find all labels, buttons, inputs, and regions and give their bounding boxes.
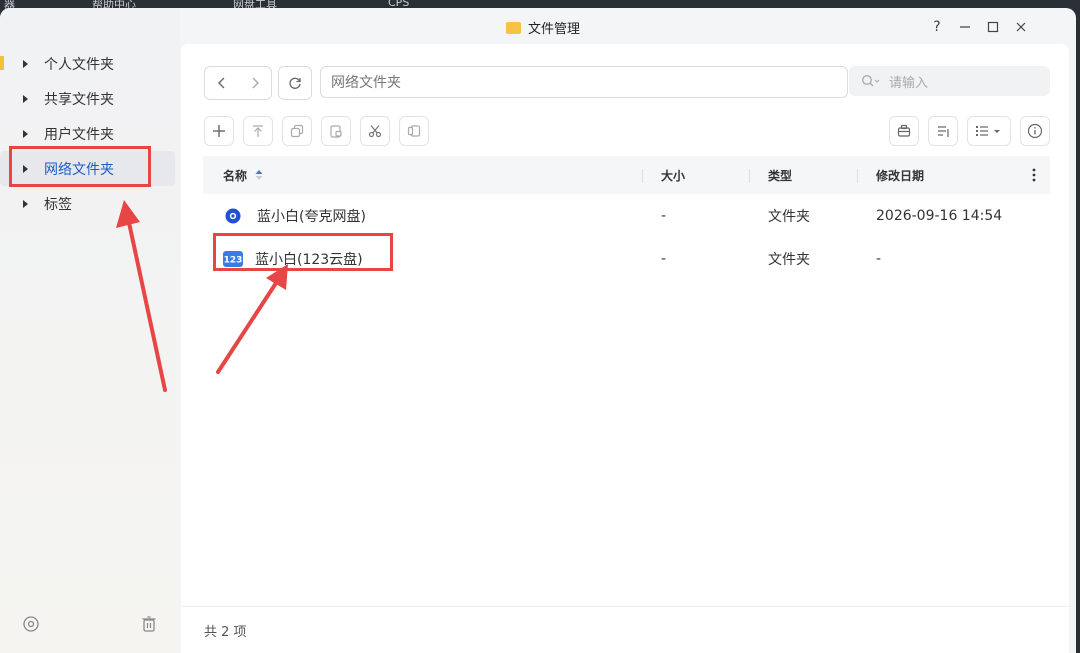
info-button[interactable] [1020, 116, 1050, 146]
file-name-cell: 蓝小白(夸克网盘) [225, 194, 366, 237]
copy-button[interactable] [282, 116, 312, 146]
title-bar: 文件管理 ? [180, 8, 1076, 44]
file-size: - [661, 207, 667, 224]
move-button[interactable] [399, 116, 429, 146]
sidebar-item-label: 个人文件夹 [44, 56, 114, 73]
caret-right-icon[interactable] [23, 94, 28, 103]
add-button[interactable] [204, 116, 234, 146]
forward-button[interactable] [238, 67, 271, 99]
table-header: 名称 大小 类型 修改日期 [203, 156, 1050, 194]
file-type: 文件夹 [768, 208, 810, 225]
window-title: 文件管理 [506, 18, 580, 37]
file-modified: - [876, 250, 882, 267]
search-input[interactable]: 请输入 [849, 66, 1050, 96]
sidebar-item-user-folder[interactable]: 用户文件夹 [0, 116, 180, 151]
caret-right-icon[interactable] [23, 59, 28, 68]
history-nav [204, 66, 272, 100]
file-name[interactable]: 蓝小白(夸克网盘) [257, 206, 366, 226]
table-row[interactable]: 蓝小白(夸克网盘) - 文件夹 2026-09-16 14:54 [203, 194, 1050, 237]
sidebar-footer [22, 615, 158, 637]
file-size: - [661, 250, 667, 267]
main-panel: 网络文件夹 请输入 名称 大小 类型 修改日期 蓝小白(夸克网盘) - 文件夹 … [181, 44, 1069, 653]
view-mode-button[interactable] [967, 116, 1011, 146]
column-divider [749, 169, 750, 183]
cut-button[interactable] [360, 116, 390, 146]
column-options-icon[interactable] [1032, 156, 1036, 194]
file-manager-window: 个人文件夹 共享文件夹 用户文件夹 网络文件夹 标签 文件管理 ? 网络文件夹 … [0, 8, 1076, 653]
sidebar-item-personal-folder[interactable]: 个人文件夹 [0, 46, 180, 81]
column-header-type[interactable]: 类型 [768, 156, 792, 194]
folder-app-icon [506, 21, 521, 34]
caret-right-icon[interactable] [23, 129, 28, 138]
close-button[interactable] [1007, 16, 1035, 38]
window-controls: ? [923, 16, 1035, 38]
file-type: 文件夹 [768, 251, 810, 268]
sidebar-item-label: 用户文件夹 [44, 126, 114, 143]
maximize-button[interactable] [979, 16, 1007, 38]
sidebar-item-label: 标签 [44, 196, 72, 213]
sidebar: 个人文件夹 共享文件夹 用户文件夹 网络文件夹 标签 [0, 8, 180, 653]
table-row[interactable]: 123 蓝小白(123云盘) - 文件夹 - [203, 237, 1050, 280]
window-title-text: 文件管理 [528, 22, 581, 37]
sidebar-item-shared-folder[interactable]: 共享文件夹 [0, 81, 180, 116]
compress-button[interactable] [889, 116, 919, 146]
sidebar-item-tags[interactable]: 标签 [0, 186, 180, 221]
file-list: 蓝小白(夸克网盘) - 文件夹 2026-09-16 14:54 123 蓝小白… [203, 194, 1050, 280]
folder-tree: 个人文件夹 共享文件夹 用户文件夹 网络文件夹 标签 [0, 46, 180, 221]
trash-icon[interactable] [140, 615, 158, 637]
svg-text:123: 123 [224, 255, 242, 264]
file-name-cell: 123 蓝小白(123云盘) [223, 237, 363, 280]
navigation-toolbar: 网络文件夹 请输入 [204, 66, 1050, 100]
search-placeholder: 请输入 [889, 75, 929, 91]
back-button[interactable] [205, 67, 238, 99]
paste-button[interactable] [321, 116, 351, 146]
search-icon [862, 75, 880, 87]
status-bar: 共 2 项 [181, 606, 1069, 653]
sort-button[interactable] [928, 116, 958, 146]
sort-arrows-icon[interactable] [255, 169, 263, 181]
help-button[interactable]: ? [923, 16, 951, 38]
minimize-button[interactable] [951, 16, 979, 38]
column-header-modified[interactable]: 修改日期 [876, 156, 924, 194]
sidebar-item-label: 网络文件夹 [44, 161, 114, 178]
sidebar-item-network-folder[interactable]: 网络文件夹 [0, 151, 175, 186]
path-input[interactable]: 网络文件夹 [320, 66, 848, 98]
quark-drive-icon [225, 208, 241, 224]
column-header-name[interactable]: 名称 [223, 156, 263, 194]
column-divider [857, 169, 858, 183]
list-view-icon [976, 126, 1000, 136]
column-header-size[interactable]: 大小 [661, 156, 685, 194]
file-name[interactable]: 蓝小白(123云盘) [255, 249, 363, 269]
upload-button[interactable] [243, 116, 273, 146]
sidebar-item-label: 共享文件夹 [44, 91, 114, 108]
refresh-button[interactable] [278, 66, 312, 100]
123-cloud-icon: 123 [223, 250, 243, 267]
settings-icon[interactable] [22, 615, 40, 637]
column-divider [642, 169, 643, 183]
action-toolbar [204, 116, 1050, 148]
file-modified: 2026-09-16 14:54 [876, 207, 1003, 224]
item-count: 共 2 项 [204, 624, 247, 640]
caret-right-icon[interactable] [23, 199, 28, 208]
caret-right-icon[interactable] [23, 164, 28, 173]
